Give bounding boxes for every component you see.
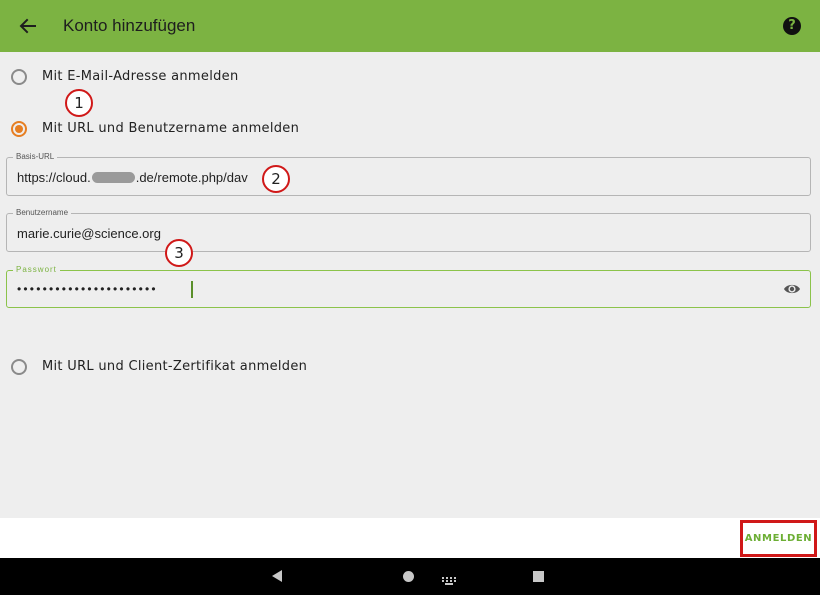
username-label: Benutzername (13, 208, 72, 218)
bottom-action-bar: ANMELDEN (0, 518, 820, 558)
app-bar: Konto hinzufügen ? (0, 0, 820, 52)
annotation-marker-1: 1 (65, 89, 93, 117)
text-cursor (191, 281, 193, 298)
annotation-marker-3: 3 (165, 239, 193, 267)
nav-back-icon[interactable] (272, 570, 282, 582)
radio-email[interactable] (11, 69, 27, 85)
username-value: marie.curie@science.org (17, 226, 161, 241)
system-nav-bar (0, 558, 820, 595)
radio-url-certificate[interactable] (11, 359, 27, 375)
username-field[interactable]: Benutzername marie.curie@science.org (6, 208, 811, 252)
login-option-email[interactable]: Mit E-Mail-Adresse anmelden (0, 62, 820, 92)
nav-recents-icon[interactable] (533, 571, 544, 582)
login-option-url-certificate[interactable]: Mit URL und Client-Zertifikat anmelden (0, 352, 820, 382)
base-url-value: https://cloud. .de/remote.php/dav (17, 170, 248, 185)
nav-home-icon[interactable] (403, 571, 414, 582)
login-button[interactable]: ANMELDEN (740, 520, 817, 557)
arrow-left-icon (19, 18, 36, 34)
base-url-label: Basis-URL (13, 152, 58, 162)
annotation-marker-2: 2 (262, 165, 290, 193)
help-circle-icon[interactable]: ? (783, 17, 801, 35)
radio-url-username[interactable] (11, 121, 27, 137)
login-form: Mit E-Mail-Adresse anmelden Mit URL und … (0, 52, 820, 518)
login-option-url-username[interactable]: Mit URL und Benutzername anmelden (0, 114, 820, 144)
keyboard-icon[interactable] (442, 572, 456, 585)
login-option-url-certificate-label: Mit URL und Client-Zertifikat anmelden (42, 359, 308, 374)
base-url-field[interactable]: Basis-URL https://cloud. .de/remote.php/d… (6, 152, 811, 196)
password-label: Passwort (13, 265, 60, 275)
password-field[interactable]: Passwort •••••••••••••••••••••• (6, 265, 811, 308)
login-option-email-label: Mit E-Mail-Adresse anmelden (42, 69, 239, 84)
page-title: Konto hinzufügen (63, 16, 196, 35)
password-value: •••••••••••••••••••••• (17, 282, 158, 296)
login-option-url-username-label: Mit URL und Benutzername anmelden (42, 121, 300, 136)
redacted-block (91, 172, 135, 183)
back-button[interactable] (14, 12, 42, 40)
eye-icon[interactable] (783, 281, 801, 297)
